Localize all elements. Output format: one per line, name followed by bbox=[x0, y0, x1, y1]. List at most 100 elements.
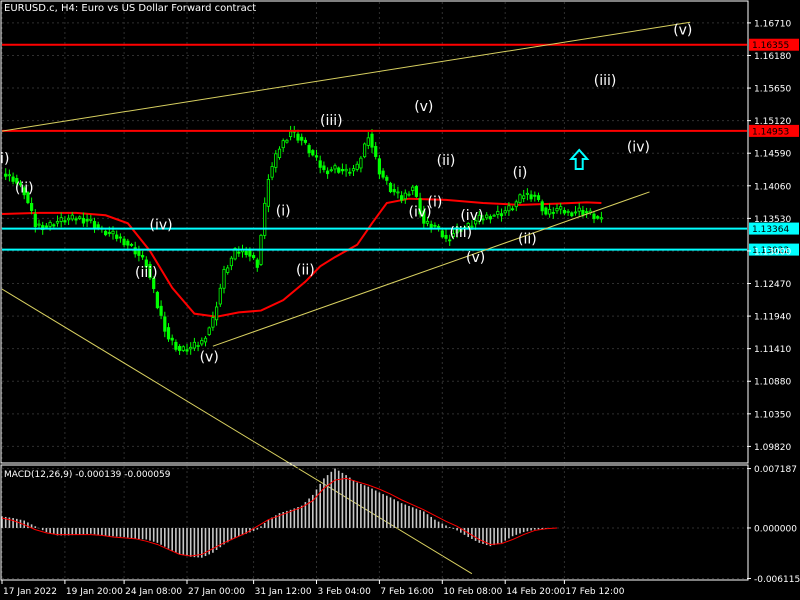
candle-body bbox=[177, 346, 182, 351]
price-level-tag-label: 1.16355 bbox=[752, 41, 789, 51]
candle-body bbox=[355, 163, 359, 170]
candle-body bbox=[104, 230, 108, 236]
candle-body bbox=[396, 191, 400, 194]
time-tick-label: 31 Jan 12:00 bbox=[255, 587, 312, 597]
candle-body bbox=[237, 251, 241, 254]
time-tick-label: 19 Jan 20:00 bbox=[66, 587, 123, 597]
candle-body bbox=[351, 168, 356, 172]
candle-body bbox=[536, 195, 541, 200]
candle-body bbox=[425, 220, 430, 224]
candle-body bbox=[211, 317, 215, 328]
candle-body bbox=[118, 236, 122, 239]
candle-body bbox=[407, 193, 411, 196]
candle-body bbox=[522, 195, 526, 199]
price-tick-label: 1.10880 bbox=[754, 378, 791, 388]
candle-body bbox=[370, 133, 374, 148]
symbol-title: EURUSD.c, H4: Euro vs US Dollar Forward … bbox=[4, 3, 257, 14]
time-tick-label: 24 Jan 08:00 bbox=[125, 587, 182, 597]
price-tick-label: 1.09820 bbox=[754, 443, 791, 453]
candle-body bbox=[89, 218, 93, 221]
candle-body bbox=[55, 221, 60, 224]
candle-body bbox=[503, 210, 507, 214]
candle-body bbox=[214, 306, 219, 321]
wave-label: (iii) bbox=[320, 113, 343, 129]
candle-body bbox=[518, 194, 522, 203]
wave-label: (iv) bbox=[409, 205, 432, 221]
candle-body bbox=[577, 207, 581, 212]
candle-body bbox=[192, 341, 196, 349]
candle-body bbox=[200, 340, 204, 345]
price-tick-label: 1.10350 bbox=[754, 410, 791, 420]
candle-body bbox=[399, 195, 404, 201]
candle-body bbox=[37, 223, 41, 226]
candle-body bbox=[166, 327, 171, 340]
candle-body bbox=[229, 257, 233, 267]
macd-title: MACD(12,26,9) -0.000139 -0.000059 bbox=[4, 470, 171, 480]
candle-body bbox=[78, 216, 82, 219]
candle-body bbox=[414, 185, 419, 197]
price-level-tag-label: 1.13364 bbox=[752, 225, 789, 235]
price-tick-label: 1.15120 bbox=[754, 117, 791, 127]
candle-body bbox=[4, 173, 8, 177]
time-tick-label: 27 Jan 00:00 bbox=[188, 587, 245, 597]
wave-label: (ii) bbox=[15, 181, 34, 197]
candle-body bbox=[570, 212, 574, 217]
candle-body bbox=[85, 218, 89, 222]
candle-body bbox=[126, 240, 130, 246]
candle-body bbox=[485, 214, 489, 219]
candle-body bbox=[488, 216, 493, 220]
wave-label: (ii) bbox=[296, 262, 315, 278]
price-level-tag-label: 1.14953 bbox=[752, 127, 789, 137]
candle-body bbox=[366, 137, 370, 146]
price-tick-label: 1.11940 bbox=[754, 313, 791, 323]
candle-body bbox=[555, 208, 559, 212]
candle-body bbox=[496, 211, 500, 215]
wave-label: (iii) bbox=[135, 265, 158, 281]
candle-body bbox=[510, 208, 515, 211]
price-tick-label: 1.14590 bbox=[754, 150, 791, 160]
candle-body bbox=[159, 305, 163, 316]
candle-body bbox=[562, 209, 567, 214]
candle-body bbox=[348, 171, 352, 174]
price-tick-label: 1.15650 bbox=[754, 85, 791, 95]
candle-body bbox=[359, 157, 363, 169]
wave-label: (iv) bbox=[460, 208, 483, 224]
wave-label: (iii) bbox=[594, 73, 617, 89]
candle-body bbox=[222, 269, 226, 289]
candle-body bbox=[196, 345, 200, 347]
candle-body bbox=[244, 250, 248, 256]
candle-body bbox=[285, 139, 289, 143]
wave-label: (v) bbox=[466, 250, 485, 266]
macd-tick-label: -0.006115 bbox=[754, 575, 800, 585]
candle-body bbox=[277, 148, 282, 158]
candle-body bbox=[303, 139, 308, 143]
candle-body bbox=[96, 224, 100, 229]
candle-body bbox=[189, 346, 193, 350]
price-tick-label: 1.11410 bbox=[754, 345, 791, 355]
wave-label: (v) bbox=[200, 350, 219, 366]
time-tick-label: 17 Jan 2022 bbox=[3, 587, 57, 597]
candle-body bbox=[429, 223, 433, 228]
candle-body bbox=[314, 155, 319, 158]
wave-label: (iv) bbox=[627, 139, 650, 155]
candle-body bbox=[362, 143, 367, 158]
candle-body bbox=[525, 192, 530, 195]
candle-body bbox=[436, 225, 441, 228]
candle-body bbox=[137, 250, 141, 256]
candle-body bbox=[248, 250, 252, 257]
time-tick-label: 14 Feb 20:00 bbox=[506, 587, 565, 597]
candle-body bbox=[274, 153, 278, 168]
candle-body bbox=[440, 230, 444, 238]
wave-label: (i) bbox=[513, 165, 528, 181]
candle-body bbox=[551, 212, 555, 214]
wave-label: (ii) bbox=[437, 153, 456, 169]
candle-body bbox=[337, 167, 341, 173]
candle-body bbox=[140, 255, 145, 258]
candle-body bbox=[163, 316, 167, 332]
candle-body bbox=[185, 349, 189, 352]
candle-body bbox=[181, 346, 185, 351]
candle-body bbox=[115, 234, 119, 239]
price-tick-label: 1.16710 bbox=[754, 19, 791, 29]
candle-body bbox=[514, 201, 518, 208]
candle-body bbox=[499, 213, 504, 217]
